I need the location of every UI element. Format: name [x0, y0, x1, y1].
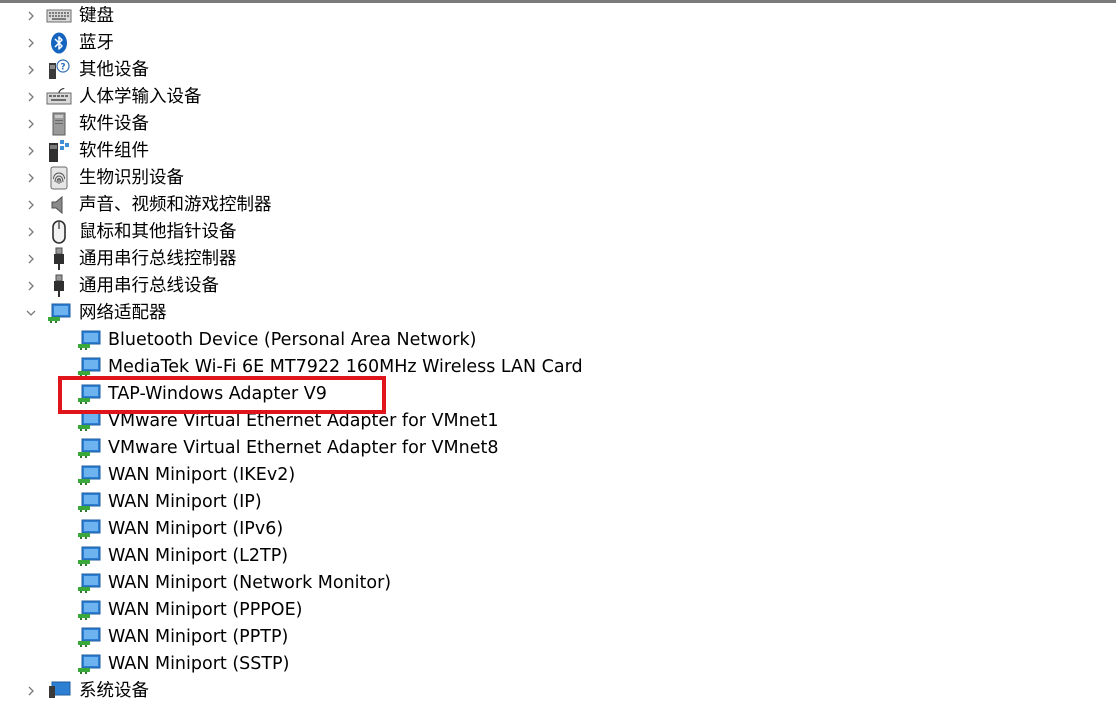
keyboard-icon	[46, 4, 72, 28]
tree-item-network-adapters[interactable]: 网络适配器	[0, 300, 1116, 327]
bluetooth-icon	[46, 31, 72, 55]
network-adapter-label: WAN Miniport (PPPOE)	[108, 600, 303, 620]
network-adapter-icon	[76, 625, 102, 649]
network-adapter-label: WAN Miniport (IP)	[108, 492, 262, 512]
tree-item-label: 网络适配器	[79, 303, 167, 323]
highlight-annotation-box	[58, 376, 386, 414]
network-adapter-item[interactable]: WAN Miniport (IP)	[0, 489, 1116, 516]
tree-item-keyboards[interactable]: 键盘	[0, 3, 1116, 30]
tree-item-label: 其他设备	[79, 60, 149, 80]
network-adapter-label: WAN Miniport (Network Monitor)	[108, 573, 392, 593]
tree-item-label: 通用串行总线控制器	[79, 249, 237, 269]
network-adapter-item[interactable]: WAN Miniport (Network Monitor)	[0, 570, 1116, 597]
network-adapter-icon	[76, 463, 102, 487]
network-adapter-item[interactable]: WAN Miniport (L2TP)	[0, 543, 1116, 570]
network-adapter-item[interactable]: WAN Miniport (IPv6)	[0, 516, 1116, 543]
chevron-right-icon[interactable]	[22, 88, 40, 106]
network-adapter-icon	[76, 490, 102, 514]
mouse-icon	[46, 220, 72, 244]
network-adapter-icon	[76, 328, 102, 352]
chevron-right-icon[interactable]	[22, 169, 40, 187]
chevron-right-icon[interactable]	[22, 196, 40, 214]
tree-item-label: 人体学输入设备	[79, 87, 202, 107]
tree-item-sound-video-game[interactable]: 声音、视频和游戏控制器	[0, 192, 1116, 219]
software-component-icon	[46, 139, 72, 163]
network-adapter-item[interactable]: VMware Virtual Ethernet Adapter for VMne…	[0, 435, 1116, 462]
network-adapter-label: Bluetooth Device (Personal Area Network)	[108, 330, 477, 350]
tree-item-label: 鼠标和其他指针设备	[79, 222, 237, 242]
network-adapter-icon	[76, 517, 102, 541]
device-tree: 键盘 蓝牙 ? 其他设备 人体学输入设备 软件设备 软件组件 生物识别设备 声音…	[0, 3, 1116, 678]
network-adapter-icon	[76, 598, 102, 622]
network-adapter-icon	[46, 301, 72, 325]
fingerprint-icon	[46, 166, 72, 190]
network-adapter-icon	[76, 652, 102, 676]
tree-item-usb-devices[interactable]: 通用串行总线设备	[0, 273, 1116, 300]
tree-item-bluetooth[interactable]: 蓝牙	[0, 30, 1116, 57]
chevron-right-icon[interactable]	[22, 7, 40, 25]
tree-item-software-devices[interactable]: 软件设备	[0, 111, 1116, 138]
hid-keyboard-icon	[46, 85, 72, 109]
tree-item-other-devices[interactable]: ? 其他设备	[0, 57, 1116, 84]
network-adapter-item[interactable]: WAN Miniport (SSTP)	[0, 651, 1116, 678]
chevron-down-icon[interactable]	[22, 304, 40, 322]
tree-item-mice[interactable]: 鼠标和其他指针设备	[0, 219, 1116, 246]
chevron-right-icon[interactable]	[22, 142, 40, 160]
chevron-right-icon[interactable]	[22, 682, 40, 700]
tree-item-label: 声音、视频和游戏控制器	[79, 195, 272, 215]
network-adapter-item[interactable]: Bluetooth Device (Personal Area Network)	[0, 327, 1116, 354]
network-adapter-item[interactable]: WAN Miniport (PPTP)	[0, 624, 1116, 651]
tree-item-system-devices[interactable]: 系统设备	[0, 678, 1116, 705]
chevron-right-icon[interactable]	[22, 223, 40, 241]
network-adapter-label: WAN Miniport (PPTP)	[108, 627, 289, 647]
tree-item-label: 软件组件	[79, 141, 149, 161]
network-adapter-icon	[76, 571, 102, 595]
tree-item-label: 键盘	[79, 6, 114, 26]
chevron-right-icon[interactable]	[22, 277, 40, 295]
tree-item-biometric[interactable]: 生物识别设备	[0, 165, 1116, 192]
network-adapter-label: WAN Miniport (IKEv2)	[108, 465, 296, 485]
network-adapter-label: VMware Virtual Ethernet Adapter for VMne…	[108, 438, 499, 458]
tree-item-hid[interactable]: 人体学输入设备	[0, 84, 1116, 111]
chevron-right-icon[interactable]	[22, 34, 40, 52]
usb-icon	[46, 274, 72, 298]
unknown-device-icon: ?	[46, 58, 72, 82]
svg-text:?: ?	[60, 63, 65, 73]
tree-item-usb-controllers[interactable]: 通用串行总线控制器	[0, 246, 1116, 273]
speaker-icon	[46, 193, 72, 217]
software-device-icon	[46, 112, 72, 136]
usb-icon	[46, 247, 72, 271]
tree-item-label: 通用串行总线设备	[79, 276, 219, 296]
tree-item-label: 蓝牙	[79, 33, 114, 53]
tree-item-software-components[interactable]: 软件组件	[0, 138, 1116, 165]
network-adapter-label: WAN Miniport (IPv6)	[108, 519, 284, 539]
network-adapter-label: WAN Miniport (L2TP)	[108, 546, 289, 566]
tree-item-label: 生物识别设备	[79, 168, 184, 188]
network-adapter-item[interactable]: WAN Miniport (IKEv2)	[0, 462, 1116, 489]
system-device-icon	[46, 679, 72, 703]
network-adapter-icon	[76, 544, 102, 568]
chevron-right-icon[interactable]	[22, 61, 40, 79]
chevron-right-icon[interactable]	[22, 250, 40, 268]
tree-item-label: 软件设备	[79, 114, 149, 134]
tree-item-label: 系统设备	[79, 681, 149, 701]
network-adapter-label: WAN Miniport (SSTP)	[108, 654, 290, 674]
network-adapter-icon	[76, 436, 102, 460]
network-adapter-item[interactable]: WAN Miniport (PPPOE)	[0, 597, 1116, 624]
chevron-right-icon[interactable]	[22, 115, 40, 133]
